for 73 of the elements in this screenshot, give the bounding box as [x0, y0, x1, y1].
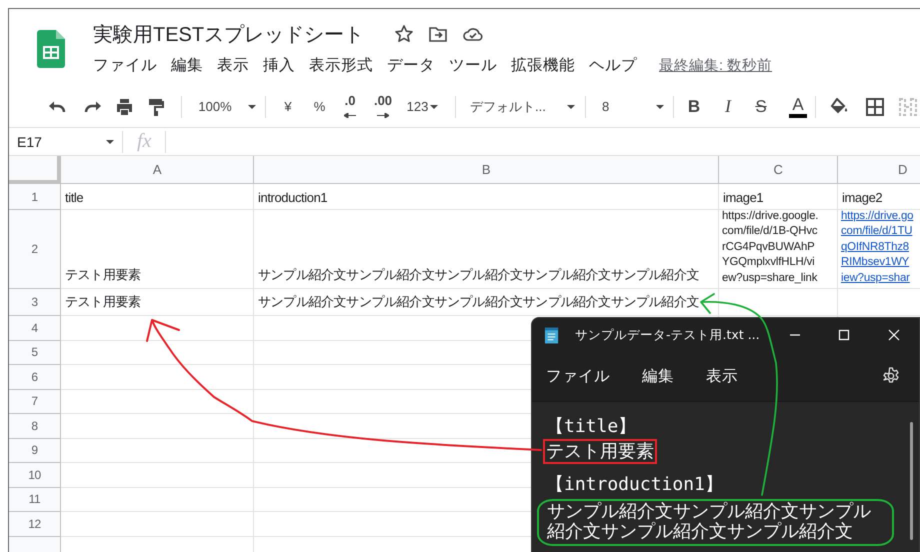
font-dropdown[interactable]: デフォルト...: [470, 92, 575, 120]
percent-button[interactable]: %: [313, 92, 326, 120]
table-cell: image2: [842, 190, 882, 205]
caret-icon: [248, 104, 256, 108]
left-arrow-icon: [344, 113, 356, 118]
zoom-dropdown[interactable]: 100%: [197, 92, 257, 120]
column-header[interactable]: C: [719, 156, 838, 184]
row-number[interactable]: 10: [9, 463, 61, 488]
row-number[interactable]: 3: [9, 289, 61, 316]
table-cell: サンプル紹介文サンプル紹介文サンプル紹介文サンプル紹介文サンプル紹介文: [258, 293, 700, 311]
table-cell: image1: [723, 190, 764, 205]
font-size-dropdown[interactable]: 8: [602, 92, 664, 120]
menu-item[interactable]: 表示: [706, 366, 738, 386]
column-header[interactable]: B: [254, 156, 719, 184]
window-title: サンプルデータ-テスト用.txt ...: [575, 326, 760, 342]
menu-item[interactable]: ヘルプ: [583, 52, 643, 78]
menu-item[interactable]: 表示: [211, 52, 255, 78]
table-cell-text: https://drive.google. com/file/d/1B-QHvc rCG4PqvBUWAhP YGQmplxvlfHLH/vi ew?usp=share_link: [722, 208, 818, 286]
row-number[interactable]: 4: [9, 316, 61, 340]
row-number[interactable]: 11: [9, 488, 61, 512]
increase-decimal-button[interactable]: .00: [370, 92, 396, 120]
scrollbar[interactable]: [910, 422, 913, 540]
caret-icon: [567, 104, 575, 108]
caret-icon: [430, 104, 438, 108]
table-cell: テスト用要素: [65, 293, 141, 311]
last-edit-link[interactable]: 最終編集: 数秒前: [659, 56, 772, 74]
link[interactable]: https://drive.go com/file/d/1TU qOIfNR8Thz8 RIMbsev1WY iew?usp=shar: [841, 208, 914, 286]
close-icon[interactable]: [888, 328, 900, 340]
right-arrow-icon: [377, 113, 389, 118]
notepad-icon: [544, 324, 560, 344]
folder-icon[interactable]: [428, 24, 448, 44]
menu-item[interactable]: ファイル: [546, 366, 610, 386]
row-number[interactable]: 7: [9, 390, 61, 414]
table-cell: サンプル紹介文サンプル紹介文サンプル紹介文サンプル紹介文サンプル紹介文: [258, 266, 700, 284]
caret-icon: [106, 140, 114, 144]
menu-item[interactable]: 編集: [165, 52, 209, 78]
table-cell: テスト用要素: [65, 266, 141, 284]
decrease-decimal-button[interactable]: .0: [340, 92, 360, 120]
spreadsheet-logo-icon: [37, 30, 65, 68]
star-icon[interactable]: [394, 24, 414, 44]
row-number[interactable]: 12: [9, 512, 61, 536]
row-number[interactable]: 8: [9, 414, 61, 438]
text-line: 【introduction1】: [546, 475, 723, 494]
maximize-icon[interactable]: [838, 328, 850, 340]
column-header[interactable]: A: [61, 156, 254, 184]
strikethrough-button[interactable]: S: [752, 92, 770, 120]
italic-button[interactable]: I: [720, 92, 736, 120]
name-box[interactable]: E17: [9, 128, 122, 155]
row-number[interactable]: 2: [9, 210, 61, 289]
formula-label: fx: [137, 130, 152, 153]
caret-icon: [656, 104, 664, 108]
text-line: サンプル紹介文サンプル紹介文サンプル紹介文サンプル紹介文サンプル紹介文: [537, 499, 894, 546]
settings-icon[interactable]: [882, 367, 900, 385]
menu-item[interactable]: 挿入: [257, 52, 301, 78]
row-number[interactable]: 1: [9, 184, 61, 210]
text-color-button[interactable]: A: [786, 92, 810, 120]
bold-button[interactable]: B: [686, 92, 702, 120]
table-cell: title: [65, 190, 84, 205]
menu-item[interactable]: データ: [381, 52, 441, 78]
row-number[interactable]: 6: [9, 365, 61, 390]
table-cell: introduction1: [258, 190, 328, 205]
menu-item[interactable]: 表示形式: [303, 52, 379, 78]
menu-item[interactable]: 拡張機能: [505, 52, 581, 78]
menu-item[interactable]: ツール: [443, 52, 503, 78]
document-title[interactable]: 実験用TESTスプレッドシート: [93, 20, 364, 48]
column-header[interactable]: D: [838, 156, 920, 184]
text-line: 【title】: [546, 417, 636, 436]
number-format-dropdown[interactable]: 123: [404, 92, 441, 120]
currency-button[interactable]: ¥: [282, 92, 294, 120]
menu-item[interactable]: ファイル: [87, 52, 163, 78]
row-number[interactable]: 5: [9, 340, 61, 365]
menu-item[interactable]: 編集: [642, 366, 674, 386]
row-number[interactable]: 9: [9, 438, 61, 463]
